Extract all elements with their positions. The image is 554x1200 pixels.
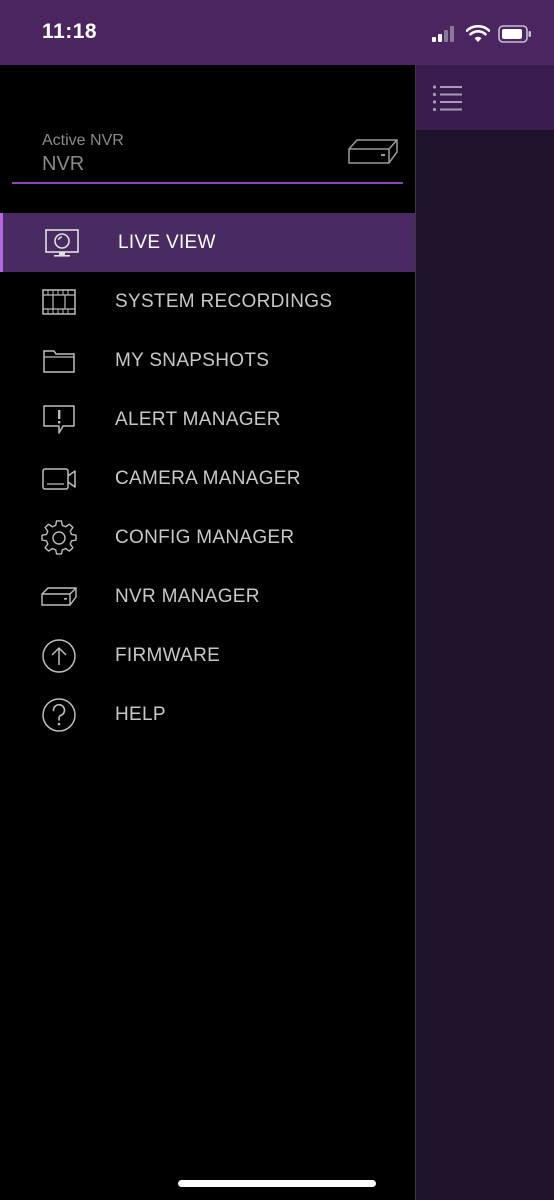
video-camera-icon: [40, 462, 78, 496]
status-bar: 11:18: [0, 0, 554, 65]
monitor-icon: [43, 226, 81, 260]
menu-item-label: CONFIG MANAGER: [115, 526, 295, 548]
menu-item-alert-manager[interactable]: ALERT MANAGER: [0, 390, 415, 449]
menu-item-nvr-manager[interactable]: NVR MANAGER: [0, 567, 415, 626]
menu-item-firmware[interactable]: FIRMWARE: [0, 626, 415, 685]
drawer-edge-divider: [415, 65, 416, 1200]
nvr-device-icon: [40, 580, 78, 614]
menu-item-label: NVR MANAGER: [115, 585, 260, 607]
folder-icon: [40, 344, 78, 378]
menu-item-my-snapshots[interactable]: MY SNAPSHOTS: [0, 331, 415, 390]
drawer-menu: LIVE VIEW SYSTEM RECORDINGS MY SNAPSHOTS…: [0, 213, 415, 744]
status-icons: [432, 24, 532, 44]
main-content-panel: [416, 65, 554, 1200]
main-toolbar: [416, 65, 554, 130]
film-strip-icon: [40, 285, 78, 319]
menu-item-label: SYSTEM RECORDINGS: [115, 290, 333, 312]
alert-bubble-icon: [40, 403, 78, 437]
menu-item-label: ALERT MANAGER: [115, 408, 281, 430]
menu-item-label: CAMERA MANAGER: [115, 467, 301, 489]
help-circle-icon: [40, 697, 78, 732]
menu-toggle-icon[interactable]: [432, 84, 464, 112]
battery-icon: [498, 25, 531, 43]
active-nvr-label: Active NVR: [42, 132, 124, 149]
active-nvr-selector[interactable]: NVR: [42, 153, 84, 176]
menu-item-help[interactable]: HELP: [0, 685, 415, 744]
navigation-drawer: Active NVR NVR LIVE VIEW SYSTEM RECORDIN…: [0, 65, 415, 1200]
menu-item-camera-manager[interactable]: CAMERA MANAGER: [0, 449, 415, 508]
wifi-icon: [466, 25, 490, 42]
nvr-selector-underline: [12, 182, 403, 184]
gear-icon: [40, 519, 78, 555]
menu-item-label: FIRMWARE: [115, 644, 221, 666]
menu-item-label: HELP: [115, 703, 166, 725]
menu-item-label: LIVE VIEW: [118, 231, 216, 253]
status-time: 11:18: [42, 20, 98, 43]
upload-circle-icon: [40, 638, 78, 673]
menu-item-label: MY SNAPSHOTS: [115, 349, 270, 371]
home-indicator[interactable]: [178, 1180, 376, 1187]
nvr-device-icon: [348, 139, 398, 164]
menu-item-config-manager[interactable]: CONFIG MANAGER: [0, 508, 415, 567]
cellular-signal-icon: [432, 26, 454, 42]
menu-item-live-view[interactable]: LIVE VIEW: [0, 213, 415, 272]
menu-item-system-recordings[interactable]: SYSTEM RECORDINGS: [0, 272, 415, 331]
